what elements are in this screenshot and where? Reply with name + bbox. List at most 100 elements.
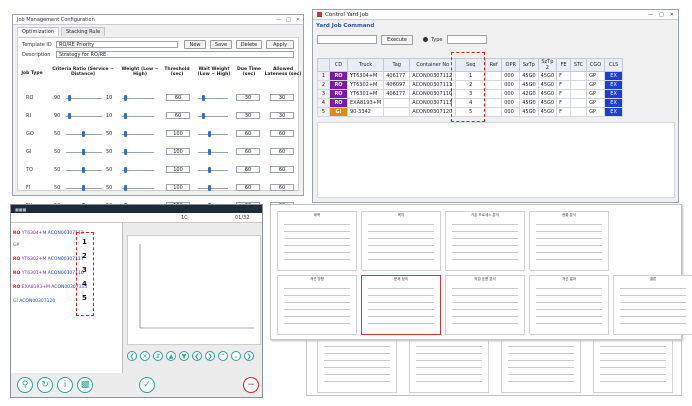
minimize-icon[interactable]: — xyxy=(276,17,281,23)
slide-thumbnail[interactable]: 제목 xyxy=(277,211,357,271)
lateness-input[interactable]: 60 xyxy=(270,184,294,191)
delete-button[interactable]: Delete xyxy=(236,40,262,49)
truck-icon[interactable]: ▩ xyxy=(77,377,93,393)
lateness-input[interactable]: 60 xyxy=(270,148,294,155)
apply-button[interactable]: Apply xyxy=(266,40,294,49)
up-icon[interactable]: ▲ xyxy=(166,351,176,361)
lateness-input[interactable]: 60 xyxy=(270,166,294,173)
new-button[interactable]: New xyxy=(184,40,206,49)
weight-slider-handle[interactable] xyxy=(124,95,127,101)
threshold-input[interactable]: 60 xyxy=(166,112,190,119)
info-icon[interactable]: i xyxy=(57,377,73,393)
list-item[interactable]: GI ACON00307120 xyxy=(13,299,55,304)
col-header[interactable]: Container No xyxy=(409,58,457,72)
right-icon[interactable]: ❯ xyxy=(205,351,215,361)
col-header[interactable]: SzTp 2 xyxy=(537,58,558,72)
list-item[interactable]: RO YT6301+M ACON00307110 xyxy=(13,271,84,276)
slide-thumbnail[interactable]: 결론 xyxy=(613,275,692,335)
slide-thumbnail[interactable]: 개선 방향 xyxy=(277,275,357,335)
col-header[interactable] xyxy=(317,58,330,72)
col-header[interactable]: STC xyxy=(570,58,588,72)
col-header[interactable]: OPR xyxy=(501,58,521,72)
search-icon[interactable]: ⚲ xyxy=(17,377,33,393)
ratio-slider-handle[interactable] xyxy=(82,167,85,173)
col-header[interactable]: Tag xyxy=(383,58,411,72)
template-select[interactable]: RO/RE Priority xyxy=(56,41,178,48)
due-time-input[interactable]: 30 xyxy=(236,112,260,119)
tab-stacking-rule[interactable]: Stacking Rule xyxy=(61,27,106,36)
weight-slider-handle[interactable] xyxy=(124,131,127,137)
list-item[interactable]: RO YT6304+M ACON00307112 xyxy=(13,231,84,236)
due-time-input[interactable]: 30 xyxy=(236,94,260,101)
wait-slider-handle[interactable] xyxy=(208,131,211,137)
threshold-input[interactable]: 100 xyxy=(166,130,190,137)
slide-thumbnail[interactable]: 기존 프로세스 분석 xyxy=(445,211,525,271)
maximize-icon[interactable]: □ xyxy=(286,17,291,23)
ratio-slider-handle[interactable] xyxy=(68,95,71,101)
list-item[interactable]: RO YT6302+M ACON00307111 xyxy=(13,257,84,262)
close-icon[interactable]: ✕ xyxy=(296,17,300,23)
list-item[interactable]: GP xyxy=(13,243,19,248)
swap-icon[interactable]: ⇵ xyxy=(153,351,163,361)
collapse-icon[interactable]: ⌄ xyxy=(231,351,241,361)
down-icon[interactable]: ▼ xyxy=(179,351,189,361)
due-time-input[interactable]: 60 xyxy=(236,166,260,173)
threshold-input[interactable]: 100 xyxy=(166,148,190,155)
close-icon[interactable]: ✕ xyxy=(670,12,674,18)
col-header[interactable]: CLS xyxy=(604,58,624,72)
slide-thumbnail[interactable] xyxy=(409,333,489,393)
col-header[interactable]: Ref xyxy=(485,58,503,72)
col-header[interactable]: SzTp xyxy=(519,58,539,72)
weight-slider-handle[interactable] xyxy=(124,149,127,155)
expand-icon[interactable]: ⌃ xyxy=(218,351,228,361)
ratio-slider-handle[interactable] xyxy=(82,131,85,137)
lateness-input[interactable]: 30 xyxy=(270,112,294,119)
col-header[interactable]: CD xyxy=(329,58,348,72)
ratio-slider-handle[interactable] xyxy=(82,185,85,191)
weight-slider-handle[interactable] xyxy=(124,167,127,173)
description-input[interactable]: Strategy for RO/RE xyxy=(56,51,294,58)
slide-thumbnail[interactable]: 문제 정의 xyxy=(361,275,441,335)
slide-thumbnail[interactable]: 작업 흐름 분석 xyxy=(445,275,525,335)
due-time-input[interactable]: 60 xyxy=(236,148,260,155)
lateness-input[interactable]: 60 xyxy=(270,130,294,137)
ratio-slider-handle[interactable] xyxy=(68,113,71,119)
weight-slider-handle[interactable] xyxy=(124,185,127,191)
wait-slider-handle[interactable] xyxy=(208,185,211,191)
prev-icon[interactable]: ❮ xyxy=(127,351,137,361)
refresh-icon[interactable]: ↻ xyxy=(37,377,53,393)
maximize-icon[interactable]: □ xyxy=(659,12,664,18)
threshold-input[interactable]: 100 xyxy=(166,184,190,191)
cancel-icon[interactable]: − xyxy=(243,377,259,393)
wait-slider-handle[interactable] xyxy=(208,149,211,155)
minimize-icon[interactable]: — xyxy=(648,12,653,18)
col-header[interactable]: CGO xyxy=(586,58,606,72)
ratio-slider-handle[interactable] xyxy=(82,149,85,155)
slide-thumbnail[interactable] xyxy=(501,333,581,393)
next-icon[interactable]: ❯ xyxy=(244,351,254,361)
filter-select[interactable] xyxy=(317,35,377,44)
slide-thumbnail[interactable] xyxy=(317,333,397,393)
wait-slider-handle[interactable] xyxy=(208,167,211,173)
wait-slider-handle[interactable] xyxy=(202,113,205,119)
slide-thumbnail[interactable] xyxy=(593,333,673,393)
threshold-input[interactable]: 100 xyxy=(166,166,190,173)
lateness-input[interactable]: 30 xyxy=(270,94,294,101)
wait-slider-handle[interactable] xyxy=(202,95,205,101)
weight-slider-handle[interactable] xyxy=(124,113,127,119)
save-button[interactable]: Save xyxy=(210,40,232,49)
slide-thumbnail[interactable]: 현황 분석 xyxy=(529,211,609,271)
type-select[interactable] xyxy=(447,35,487,44)
slide-thumbnail[interactable]: 개선 결과 xyxy=(529,275,609,335)
slide-thumbnail[interactable]: 목차 xyxy=(361,211,441,271)
execute-button[interactable]: Execute xyxy=(381,35,413,45)
due-time-input[interactable]: 60 xyxy=(236,130,260,137)
col-header[interactable]: Truck xyxy=(346,58,385,72)
close-icon[interactable]: ✕ xyxy=(140,351,150,361)
confirm-icon[interactable]: ✓ xyxy=(139,377,155,393)
left-icon[interactable]: ❮ xyxy=(192,351,202,361)
threshold-input[interactable]: 60 xyxy=(166,94,190,101)
tab-optimization[interactable]: Optimization xyxy=(17,27,59,36)
due-time-input[interactable]: 60 xyxy=(236,184,260,191)
type-radio[interactable] xyxy=(423,37,428,42)
